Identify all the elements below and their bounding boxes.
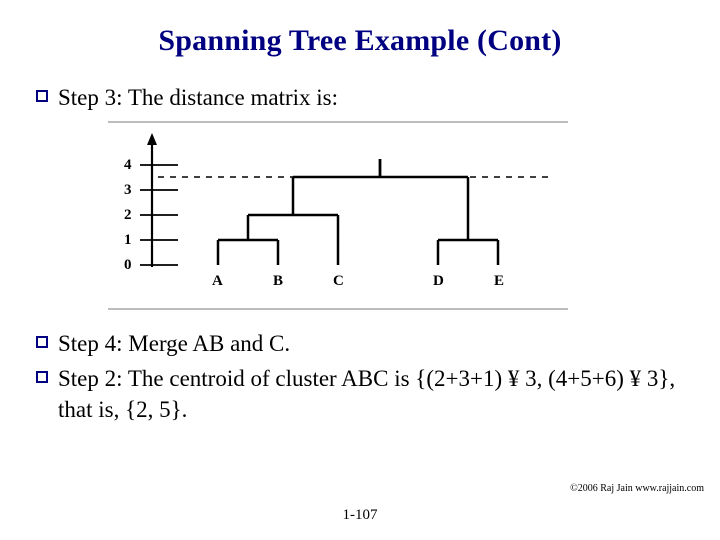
ytick-2: 2: [124, 207, 132, 223]
bullet-step4: Step 4: Merge AB and C.: [36, 328, 690, 359]
bullet-step3: Step 3: The distance matrix is:: [36, 82, 690, 113]
ytick-1: 1: [124, 232, 132, 248]
bullet-step2: Step 2: The centroid of cluster ABC is {…: [36, 363, 690, 425]
leaf-E: E: [494, 273, 504, 289]
slide-title: Spanning Tree Example (Cont): [30, 24, 690, 58]
leaf-D: D: [433, 273, 444, 289]
y-axis-arrow-icon: [147, 133, 157, 145]
ytick-0: 0: [124, 257, 132, 273]
square-bullet-icon: [36, 371, 48, 383]
copyright-text: ©2006 Raj Jain www.rajjain.com: [570, 483, 704, 494]
bullet-text: Step 3: The distance matrix is:: [58, 82, 690, 113]
slide: Spanning Tree Example (Cont) Step 3: The…: [0, 0, 720, 540]
dendrogram-figure: 0 1 2 3 4: [108, 121, 690, 310]
bullet-text: Step 2: The centroid of cluster ABC is {…: [58, 363, 690, 425]
leaf-B: B: [273, 273, 283, 289]
ytick-4: 4: [124, 157, 132, 173]
figure-border: 0 1 2 3 4: [108, 121, 568, 310]
square-bullet-icon: [36, 336, 48, 348]
leaf-C: C: [333, 273, 344, 289]
page-number: 1-107: [0, 507, 720, 524]
bullet-text: Step 4: Merge AB and C.: [58, 328, 690, 359]
dendrogram-svg: 0 1 2 3 4: [108, 129, 568, 299]
square-bullet-icon: [36, 90, 48, 102]
leaf-A: A: [212, 273, 223, 289]
ytick-3: 3: [124, 182, 132, 198]
